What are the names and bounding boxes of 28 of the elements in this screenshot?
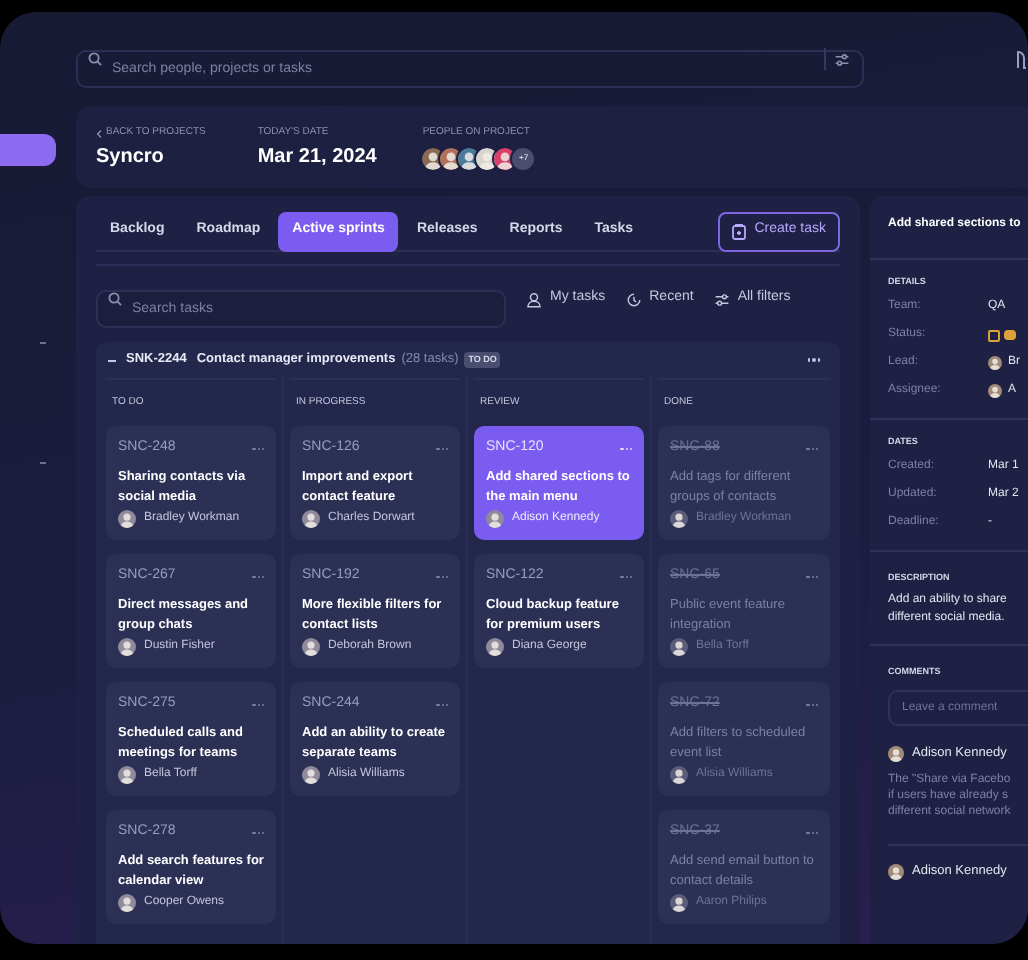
avatar-icon — [302, 510, 320, 528]
sliders-icon — [713, 291, 730, 307]
search-icon — [108, 292, 122, 306]
avatar-icon — [302, 766, 320, 784]
avatar-icon — [486, 510, 504, 528]
clock-icon — [625, 291, 642, 307]
sidebar-active-item[interactable] — [0, 134, 56, 166]
avatar-icon — [302, 638, 320, 656]
chevron-left-icon — [96, 129, 102, 138]
sliders-icon[interactable] — [834, 51, 850, 67]
status-badge — [1004, 330, 1016, 341]
avatar-icon — [670, 638, 688, 656]
project-name: Syncro — [96, 147, 166, 167]
avatar-icon — [118, 638, 136, 656]
current-date: Mar 21, 2024 — [257, 147, 377, 167]
search-icon — [88, 52, 102, 66]
person-icon — [526, 291, 542, 307]
avatar-icon — [118, 766, 136, 784]
clipboard-icon — [732, 223, 747, 239]
avatar-icon — [118, 894, 136, 912]
avatar-icon — [486, 638, 504, 656]
avatar-icon — [670, 894, 688, 912]
avatar-icon — [670, 766, 688, 784]
status-icon — [988, 329, 1000, 342]
avatar-icon — [670, 510, 688, 528]
avatar-icon — [888, 863, 904, 880]
avatar-icon — [118, 510, 136, 528]
avatar-icon — [888, 745, 904, 762]
